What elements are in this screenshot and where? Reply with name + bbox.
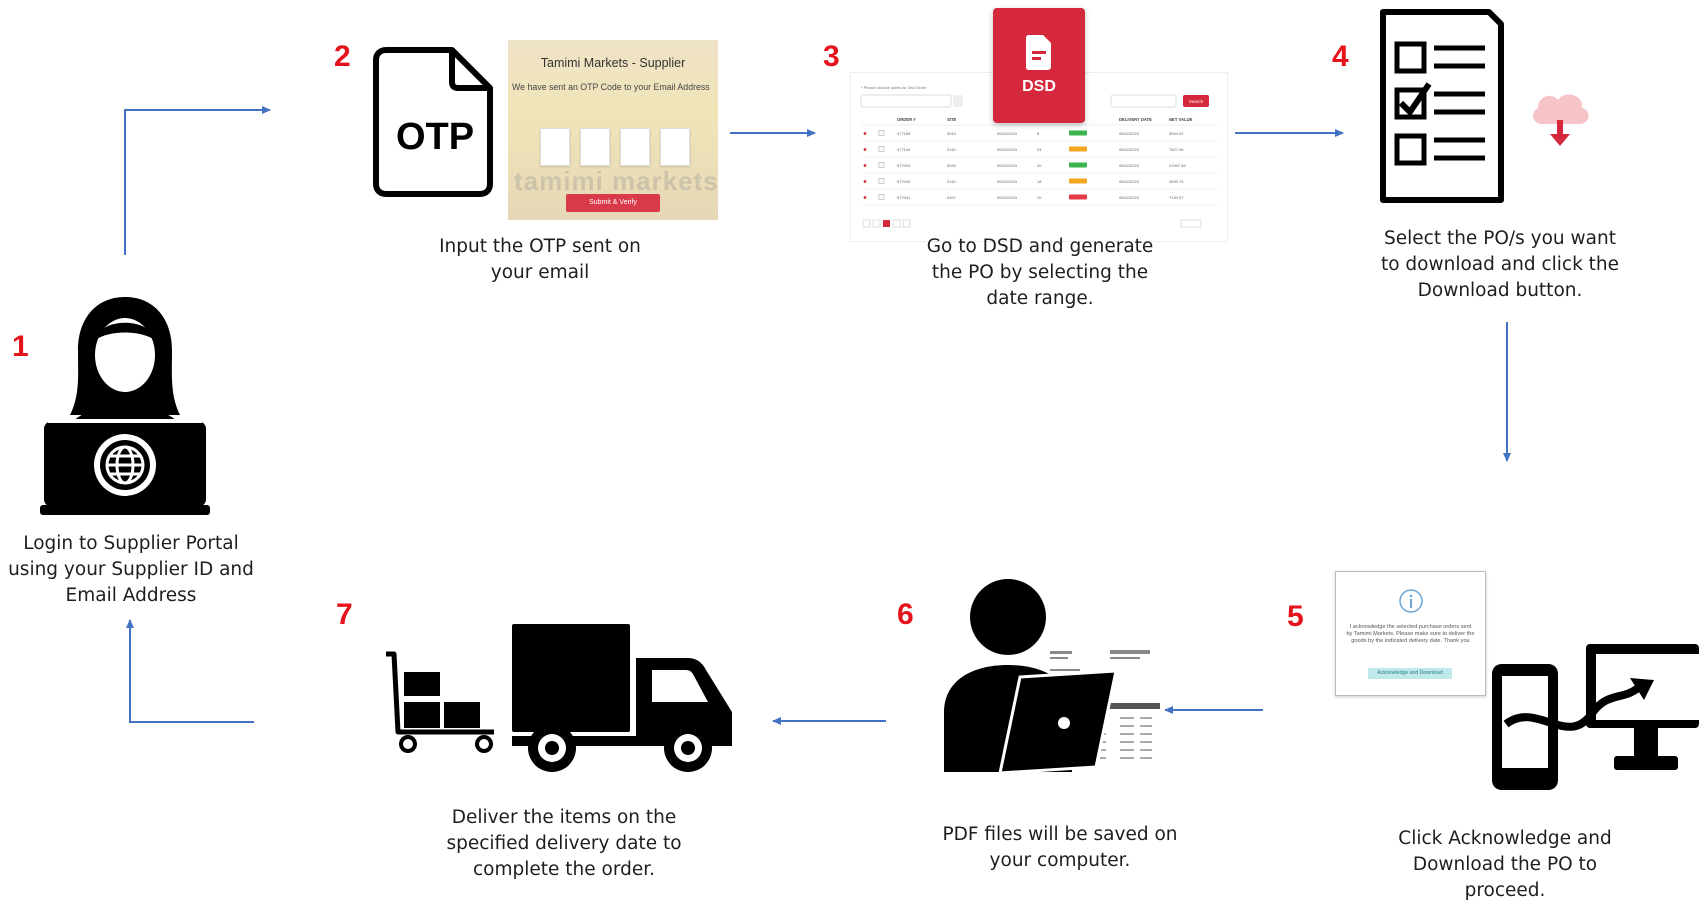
dsd-table-cell: 577041 (897, 195, 911, 200)
dsd-column-header: NET VALUE (1169, 117, 1193, 122)
step-4-caption: Select the PO/s you want to download and … (1380, 228, 1620, 301)
dsd-table-cell: 577003 (897, 163, 911, 168)
device-transfer-icon (1492, 644, 1699, 790)
dsd-table-cell: 06/02/2024 (1119, 179, 1140, 184)
status-badge (1069, 178, 1087, 184)
step-number-7: 7 (336, 598, 353, 631)
dsd-table-cell: 0110 (947, 179, 956, 184)
step-number-4: 4 (1332, 40, 1349, 73)
dsd-table-cell: 06/02/2024 (997, 195, 1018, 200)
dsd-table-cell: 7827.06 (1169, 147, 1184, 152)
acknowledge-dialog: I acknowledge the selected purchase orde… (1335, 571, 1486, 696)
store-sign-text: tamimi markets (514, 166, 718, 196)
row-marker (863, 132, 867, 135)
dsd-table-cell: 06/02/2024 (997, 147, 1018, 152)
dsd-table-cell: 3690.74 (1169, 179, 1184, 184)
step-number-3: 3 (823, 40, 840, 73)
row-checkbox (878, 146, 885, 152)
dsd-table-row[interactable]: 577185 0010 06/02/2024 8 06/02/2024 5944.02 (863, 130, 1185, 137)
info-icon (1399, 589, 1423, 613)
dsd-table-cell: 0010 (947, 131, 957, 136)
status-badge (1069, 194, 1087, 200)
otp-digit-4[interactable] (660, 128, 690, 166)
dsd-table-cell: 24 (1037, 147, 1042, 152)
dsd-table-cell: 577185 (897, 131, 911, 136)
otp-digit-3[interactable] (620, 128, 650, 166)
otp-digit-1[interactable] (540, 128, 570, 166)
step-6-caption: PDF files will be saved on your computer. (942, 824, 1178, 871)
status-badge (1069, 146, 1087, 152)
dsd-table-cell: 06/02/2024 (1119, 163, 1140, 168)
dsd-column-header: SITE (947, 117, 957, 122)
dsd-table-cell: 06/02/2024 (1119, 147, 1140, 152)
step-3-caption: Go to DSD and generate the PO by selectin… (926, 236, 1154, 309)
dsd-table-cell: 5944.02 (1169, 131, 1184, 136)
row-checkbox (878, 194, 885, 200)
document-icon (1026, 35, 1051, 70)
status-badge (1069, 162, 1087, 168)
dsd-table-row[interactable]: 577041 0407 06/02/2024 10 06/02/2024 7140.07 (863, 194, 1185, 201)
dsd-tile-label: DSD (1022, 78, 1056, 95)
row-checkbox (878, 130, 885, 136)
row-checkbox (878, 178, 885, 184)
step-number-2: 2 (334, 40, 351, 73)
dsd-table-cell: 0407 (947, 195, 957, 200)
step-1-caption: Login to Supplier Portal using your Suppl… (8, 533, 254, 606)
dsd-table-cell: 06/02/2024 (1119, 131, 1140, 136)
hand-cart-icon (386, 651, 494, 753)
acknowledge-message: I acknowledge the selected purchase orde… (1346, 624, 1475, 644)
dsd-table-cell: 06/02/2024 (1119, 195, 1140, 200)
row-marker (863, 164, 867, 167)
step-number-5: 5 (1287, 600, 1304, 633)
dsd-table-cell: 577043 (897, 179, 911, 184)
status-badge (1069, 130, 1087, 136)
svg-text:OTP: OTP (396, 116, 474, 158)
checklist-icon (1380, 9, 1504, 203)
step-number-6: 6 (897, 598, 914, 631)
delivery-truck-icon (512, 624, 732, 772)
dsd-table-cell: 18 (1037, 179, 1042, 184)
submit-verify-button[interactable]: Submit & Verify (566, 194, 660, 212)
dsd-table-cell: 8 (1037, 131, 1040, 136)
dsd-table-row[interactable]: 577003 0030 06/02/2024 40 06/02/2024 21997.84 (863, 162, 1187, 169)
dsd-table-row[interactable]: 577144 0110 06/02/2024 24 06/02/2024 7827.06 (863, 146, 1185, 153)
row-checkbox (878, 162, 885, 168)
otp-file-icon: OTP (373, 47, 493, 197)
person-laptop-icon (944, 579, 1118, 772)
row-marker (863, 148, 867, 151)
dsd-table-cell: 0030 (947, 163, 957, 168)
dsd-table-cell: 06/02/2024 (997, 131, 1018, 136)
step-5-caption: Click Acknowledge and Download the PO to p… (1398, 828, 1612, 901)
acknowledge-download-button[interactable]: Acknowledge and Download (1368, 668, 1452, 679)
user-laptop-icon (40, 297, 210, 515)
otp-screen: Tamimi Markets - Supplier We have sent a… (508, 40, 718, 220)
dsd-table-cell: 21997.84 (1169, 163, 1186, 168)
otp-screen-subtitle: We have sent an OTP Code to your Email A… (512, 82, 710, 92)
step-number-1: 1 (12, 330, 29, 363)
otp-digit-2[interactable] (580, 128, 610, 166)
dsd-table-cell: 0110 (947, 147, 956, 152)
otp-screen-title: Tamimi Markets - Supplier (540, 56, 686, 70)
dsd-table-cell: 40 (1037, 163, 1042, 168)
row-marker (863, 180, 867, 183)
cloud-download-icon (1533, 94, 1589, 146)
svg-text:* Please choose dates for Dsd: * Please choose dates for Dsd Order (861, 85, 927, 90)
dsd-column-header: DELIVERY DATE (1119, 117, 1152, 122)
step-2-caption: Input the OTP sent on your email (439, 236, 641, 283)
dsd-table-cell: 577144 (897, 147, 911, 152)
svg-text:Search: Search (1189, 99, 1204, 104)
dsd-table-cell: 10 (1037, 195, 1042, 200)
arrow-1-to-2 (124, 106, 271, 255)
step-7-caption: Deliver the items on the specified delive… (446, 807, 682, 880)
dsd-app-tile[interactable]: DSD (993, 8, 1085, 123)
row-marker (863, 196, 867, 199)
dsd-table-cell: 7140.07 (1169, 195, 1184, 200)
dsd-table-cell: 06/02/2024 (997, 179, 1018, 184)
dsd-table-row[interactable]: 577043 0110 06/02/2024 18 06/02/2024 3690.74 (863, 178, 1185, 185)
dsd-column-header: ORDER # (897, 117, 916, 122)
dsd-table-cell: 06/02/2024 (997, 163, 1018, 168)
arrow-7-to-1 (126, 619, 254, 723)
